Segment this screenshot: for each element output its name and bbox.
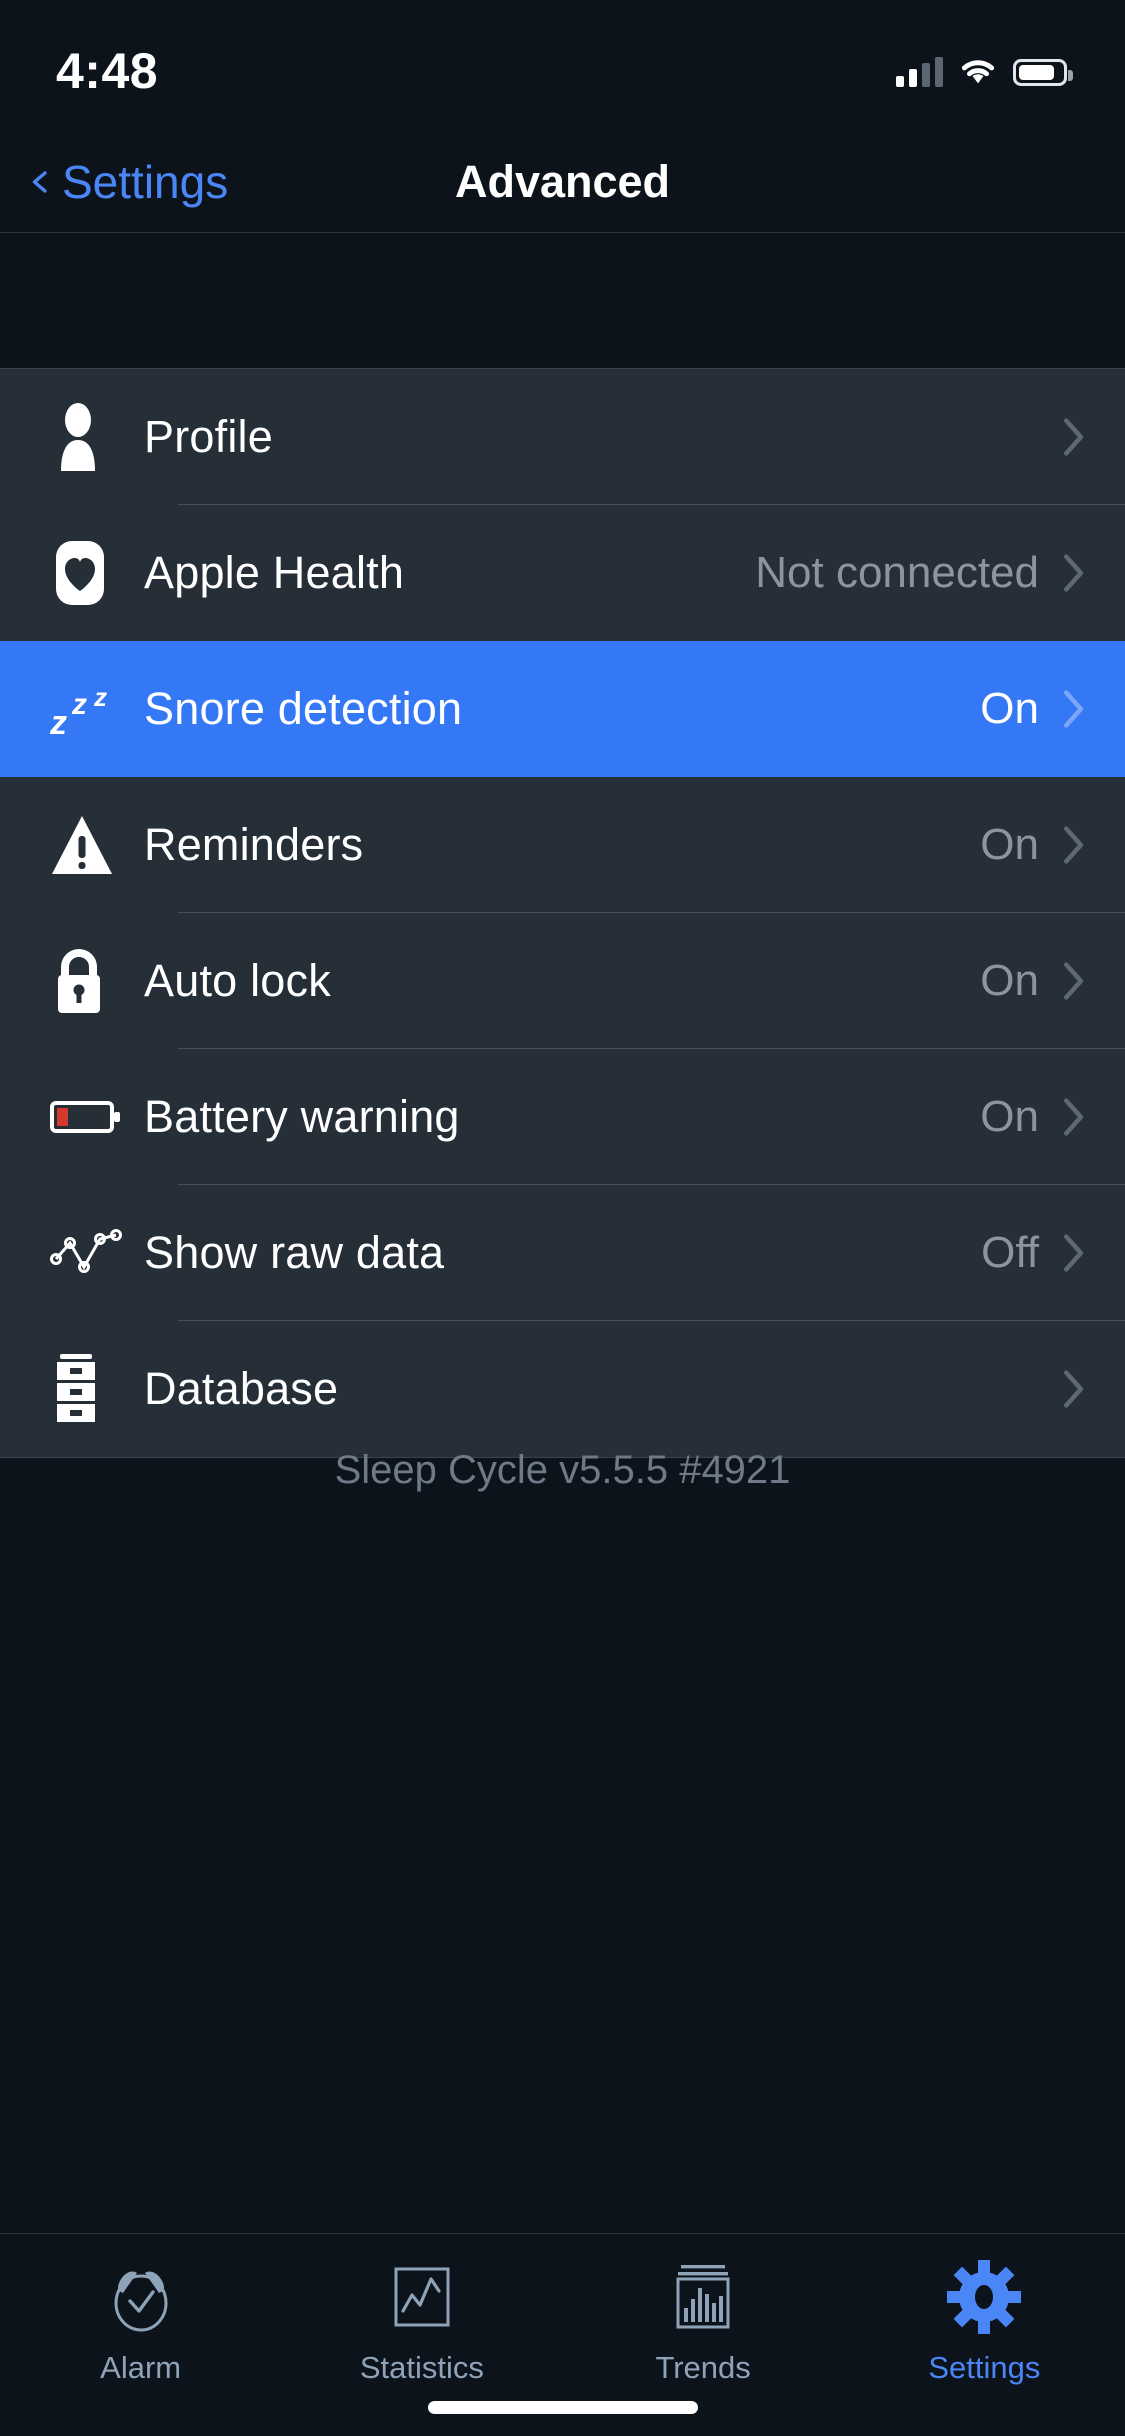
chevron-left-icon bbox=[32, 171, 47, 193]
cellular-signal-icon bbox=[896, 57, 943, 87]
bar-graph-icon bbox=[667, 2258, 739, 2336]
status-bar-indicators bbox=[896, 57, 1073, 87]
tab-alarm[interactable]: Alarm bbox=[0, 2258, 281, 2386]
database-icon bbox=[36, 1349, 144, 1429]
tab-label: Settings bbox=[928, 2350, 1041, 2385]
list-row-value: On bbox=[980, 684, 1039, 733]
list-row-label: Reminders bbox=[144, 819, 364, 870]
navigation-bar: Settings Advanced bbox=[0, 132, 1125, 232]
tab-bar: Alarm Statistics Trends Settings bbox=[0, 2233, 1125, 2436]
list-row-value: Not connected bbox=[755, 548, 1039, 597]
alarm-clock-icon bbox=[105, 2258, 177, 2336]
list-row-label: Snore detection bbox=[144, 683, 463, 734]
list-row-label: Auto lock bbox=[144, 955, 331, 1006]
list-row-value: Off bbox=[981, 1228, 1039, 1277]
list-row-label: Database bbox=[144, 1363, 339, 1414]
section-spacer bbox=[0, 232, 1125, 368]
status-bar: 4:48 bbox=[0, 0, 1125, 132]
list-row-profile[interactable]: Profile bbox=[0, 369, 1125, 505]
gear-icon bbox=[947, 2258, 1022, 2336]
line-chart-icon bbox=[36, 1213, 144, 1293]
settings-list: Profile Apple Health Not connected z z z… bbox=[0, 368, 1125, 1458]
zzz-icon: z z z bbox=[36, 669, 144, 749]
svg-text:z: z bbox=[50, 704, 67, 740]
list-row-label: Apple Health bbox=[144, 547, 405, 598]
heart-icon bbox=[36, 533, 144, 613]
list-row-label: Battery warning bbox=[144, 1091, 460, 1142]
list-row-database[interactable]: Database bbox=[0, 1321, 1125, 1457]
line-graph-icon bbox=[387, 2258, 457, 2336]
app-version-label: Sleep Cycle v5.5.5 #4921 bbox=[334, 1448, 791, 1492]
lock-icon bbox=[36, 941, 144, 1021]
list-row-reminders[interactable]: Reminders On bbox=[0, 777, 1125, 913]
chevron-right-icon bbox=[1063, 962, 1084, 1000]
chevron-right-icon bbox=[1063, 554, 1084, 592]
list-row-apple-health[interactable]: Apple Health Not connected bbox=[0, 505, 1125, 641]
battery-low-icon bbox=[36, 1077, 144, 1157]
svg-text:z: z bbox=[71, 688, 87, 721]
back-button-label: Settings bbox=[62, 156, 229, 208]
svg-text:z: z bbox=[93, 682, 107, 712]
list-row-battery-warning[interactable]: Battery warning On bbox=[0, 1049, 1125, 1185]
list-row-value: On bbox=[980, 1092, 1039, 1141]
list-row-show-raw-data[interactable]: Show raw data Off bbox=[0, 1185, 1125, 1321]
tab-statistics[interactable]: Statistics bbox=[281, 2258, 562, 2386]
home-indicator[interactable] bbox=[427, 2401, 698, 2414]
list-row-label: Profile bbox=[144, 411, 273, 462]
chevron-right-icon bbox=[1063, 1098, 1084, 1136]
list-row-value: On bbox=[980, 956, 1039, 1005]
tab-label: Alarm bbox=[100, 2350, 182, 2385]
list-row-auto-lock[interactable]: Auto lock On bbox=[0, 913, 1125, 1049]
person-icon bbox=[36, 397, 144, 477]
tab-label: Trends bbox=[655, 2350, 751, 2385]
wifi-icon bbox=[961, 60, 995, 84]
tab-trends[interactable]: Trends bbox=[563, 2258, 844, 2386]
list-row-label: Show raw data bbox=[144, 1227, 445, 1278]
chevron-right-icon bbox=[1063, 1370, 1084, 1408]
warning-triangle-icon bbox=[36, 805, 144, 885]
chevron-right-icon bbox=[1063, 1234, 1084, 1272]
app-screen: 4:48 Settings Advanced Profile Apple Hea… bbox=[0, 0, 1125, 2436]
chevron-right-icon bbox=[1063, 826, 1084, 864]
chevron-right-icon bbox=[1063, 418, 1084, 456]
tab-label: Statistics bbox=[359, 2350, 484, 2385]
list-row-snore-detection[interactable]: z z z Snore detection On bbox=[0, 641, 1125, 777]
chevron-right-icon bbox=[1063, 690, 1084, 728]
back-button[interactable]: Settings bbox=[28, 155, 228, 209]
tab-settings[interactable]: Settings bbox=[844, 2258, 1125, 2386]
list-row-value: On bbox=[980, 820, 1039, 869]
battery-icon bbox=[1013, 58, 1073, 86]
status-bar-time: 4:48 bbox=[56, 43, 159, 99]
